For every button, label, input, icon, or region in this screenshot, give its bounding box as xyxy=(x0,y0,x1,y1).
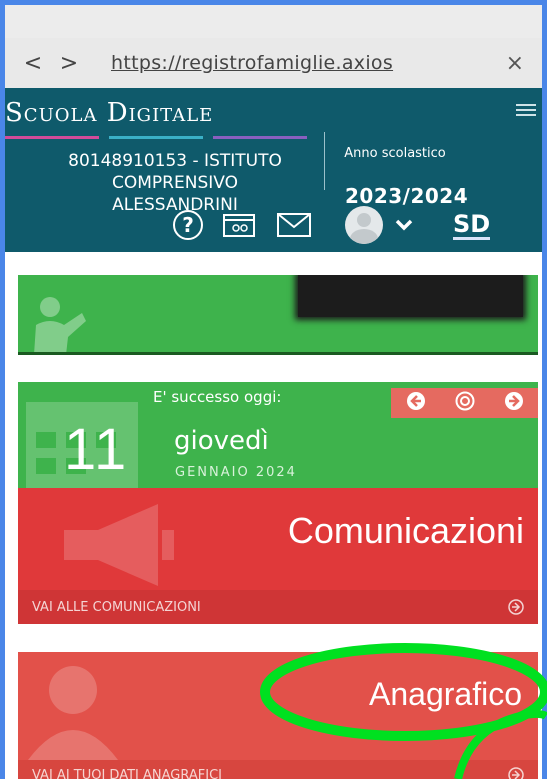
month-year: GENNAIO 2024 xyxy=(175,465,297,480)
back-button[interactable]: < xyxy=(15,43,51,83)
phone-screen: < > https://registrofamiglie.axios × Scu… xyxy=(5,5,542,779)
brand-line-cyan xyxy=(109,136,203,139)
person-deco-icon xyxy=(34,297,86,352)
arrow-circle-right-icon[interactable] xyxy=(508,599,524,615)
brand-line-pink xyxy=(5,136,99,139)
redacted-area xyxy=(298,275,523,317)
user-avatar[interactable] xyxy=(345,206,383,244)
chevron-down-icon[interactable] xyxy=(395,219,413,231)
app-header: Scuola Digitale 80148910153 - ISTITUTO C… xyxy=(5,88,542,252)
anagrafico-card[interactable]: Anagrafico VAI AI TUOI DATI ANAGRAFICI xyxy=(18,652,538,779)
forward-button[interactable]: > xyxy=(51,43,87,83)
day-name: giovedì xyxy=(174,426,269,456)
header-toolbar: ? SD xyxy=(173,206,491,244)
person-deco-icon xyxy=(28,666,118,760)
comunicazioni-footer[interactable]: VAI ALLE COMUNICAZIONI xyxy=(18,590,538,624)
megaphone-deco-icon xyxy=(64,504,174,586)
anagrafico-footer[interactable]: VAI AI TUOI DATI ANAGRAFICI xyxy=(18,760,538,779)
school-year-value[interactable]: 2023/2024 xyxy=(345,184,468,208)
anagrafico-link[interactable]: VAI AI TUOI DATI ANAGRAFICI xyxy=(32,768,222,779)
hamburger-menu-icon[interactable] xyxy=(516,104,536,119)
arrow-left-icon[interactable] xyxy=(406,391,426,416)
today-label: E' successo oggi: xyxy=(153,388,282,406)
brand-underline xyxy=(5,136,307,139)
user-initials[interactable]: SD xyxy=(453,211,491,240)
close-icon[interactable]: × xyxy=(506,51,524,76)
school-year-label: Anno scolastico xyxy=(344,146,446,161)
today-target-icon[interactable] xyxy=(455,391,475,416)
brand-line-purple xyxy=(213,136,307,139)
browser-toolbar: < > https://registrofamiglie.axios × xyxy=(5,38,542,88)
address-bar[interactable]: https://registrofamiglie.axios xyxy=(111,52,473,74)
brand-logo[interactable]: Scuola Digitale xyxy=(5,98,213,128)
arrow-circle-right-icon[interactable] xyxy=(508,767,524,779)
mail-icon[interactable] xyxy=(277,213,311,237)
arrow-right-icon[interactable] xyxy=(504,391,524,416)
help-icon[interactable]: ? xyxy=(173,210,203,240)
comunicazioni-title: Comunicazioni xyxy=(287,510,524,551)
status-bar xyxy=(5,5,542,38)
header-divider xyxy=(324,132,325,190)
dashboard: E' successo oggi: 11 giovedì GENNAIO 202… xyxy=(5,252,542,779)
comunicazioni-link[interactable]: VAI ALLE COMUNICAZIONI xyxy=(32,600,201,615)
day-navigation xyxy=(391,388,538,418)
today-card: E' successo oggi: 11 giovedì GENNAIO 202… xyxy=(18,382,538,488)
profile-card[interactable] xyxy=(18,275,538,355)
settings-panel-icon[interactable] xyxy=(223,212,255,238)
anagrafico-title: Anagrafico xyxy=(369,676,522,712)
day-number: 11 xyxy=(64,417,129,482)
comunicazioni-card[interactable]: Comunicazioni VAI ALLE COMUNICAZIONI xyxy=(18,488,538,624)
